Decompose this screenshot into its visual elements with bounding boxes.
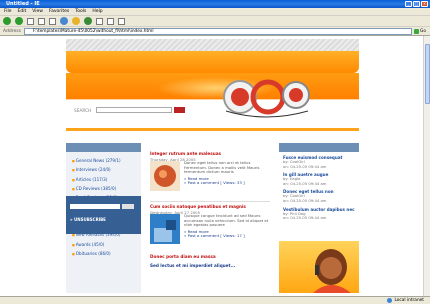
- hero-header: SEARCH: [66, 73, 359, 131]
- headphones-logo: [223, 79, 310, 118]
- divider: [150, 201, 270, 202]
- scrollbar-thumb[interactable]: [425, 44, 430, 104]
- article-title[interactable]: Sed lectus et mi imperdiet aliquet...: [150, 263, 270, 268]
- categories-header: [66, 143, 141, 152]
- article-title[interactable]: Donec porta diam eu massa: [150, 254, 270, 259]
- site-search-button[interactable]: [174, 107, 185, 113]
- article-thumbnail: [150, 161, 180, 191]
- article: Cum sociis natoque penatibus et magnis W…: [150, 204, 270, 252]
- girl-with-phone-image: [313, 249, 351, 293]
- search-icon[interactable]: [60, 17, 68, 25]
- home-icon[interactable]: [49, 17, 56, 25]
- stop-icon[interactable]: [27, 17, 34, 25]
- media-icon[interactable]: [84, 17, 92, 25]
- go-label: Go: [420, 28, 426, 34]
- article-thumbnail: [150, 214, 180, 244]
- address-input[interactable]: F:\templates\Mature-45\0052\without_fl\h…: [23, 27, 412, 35]
- window-title: Untitled - IE: [6, 1, 40, 7]
- forum-item: Vestibulum auctor dapibus nec by: Phil D…: [279, 204, 359, 221]
- top-strip: [66, 39, 359, 51]
- category-item[interactable]: General News (279/1): [72, 156, 141, 165]
- subscribe-box: » UNSUBSCRIBE: [66, 196, 141, 234]
- forum-header: [279, 143, 359, 152]
- menu-help[interactable]: Help: [92, 9, 102, 14]
- globe-icon: [387, 298, 393, 303]
- close-button[interactable]: ×: [421, 1, 428, 7]
- post-comment-link[interactable]: » Post a comment [ Views: 17 ]: [184, 234, 270, 239]
- title-bar: Untitled - IE _ □ ×: [0, 0, 430, 8]
- toolbar: [0, 16, 430, 27]
- page-viewport: SEARCH General News (279/1) Interviews (…: [0, 36, 430, 296]
- unsubscribe-link[interactable]: » UNSUBSCRIBE: [70, 217, 106, 222]
- menu-view[interactable]: View: [32, 9, 43, 14]
- category-item[interactable]: Articles (117/3): [72, 175, 141, 184]
- subscribe-email-input[interactable]: [70, 204, 120, 209]
- go-button[interactable]: Go: [414, 28, 428, 35]
- forum-item: In gill auetre augue by: Eagle on: 04.25…: [279, 169, 359, 186]
- forum-panel: Fusce euismod consequat by: CoolGirl on:…: [279, 143, 359, 293]
- article-title[interactable]: Integer rutrum ante malesuas: [150, 151, 270, 156]
- favorites-icon[interactable]: [72, 17, 80, 25]
- category-item[interactable]: Interviews (24/0): [72, 165, 141, 174]
- forum-item: Donec eget tellus non by: CoolGirl on: 0…: [279, 186, 359, 203]
- website: SEARCH General News (279/1) Interviews (…: [66, 39, 359, 296]
- vertical-scrollbar[interactable]: [423, 36, 430, 296]
- category-item[interactable]: CD Reviews (385/0): [72, 184, 141, 193]
- forum-item-date: on: 04.25.05 09:44 am: [283, 215, 327, 221]
- mail-icon[interactable]: [107, 17, 114, 25]
- promo-image: [279, 241, 359, 293]
- menu-bar: File Edit View Favorites Tools Help: [0, 8, 430, 16]
- minimize-button[interactable]: _: [405, 1, 412, 7]
- article-body: Donec eget tellus non orci et tellus Fer…: [184, 160, 270, 186]
- forum-item: Fusce euismod consequat by: CoolGirl on:…: [279, 152, 359, 169]
- status-bar: Local intranet: [0, 296, 430, 304]
- article-text: Quisque congue tincidunt ad sed Mauris a…: [184, 213, 269, 228]
- address-label: Address: [3, 28, 21, 34]
- subscribe-button[interactable]: [122, 204, 134, 209]
- forward-icon[interactable]: [15, 17, 23, 25]
- address-bar: Address F:\templates\Mature-45\0052\with…: [0, 27, 430, 36]
- category-item[interactable]: Obituaries (86/0): [72, 249, 141, 258]
- site-search-input[interactable]: [96, 107, 172, 113]
- go-arrow-icon: [414, 28, 419, 34]
- banner: [66, 51, 359, 73]
- article: Integer rutrum ante malesuas Thursday, A…: [150, 151, 270, 199]
- history-icon[interactable]: [96, 17, 103, 25]
- category-item[interactable]: Awards (45/0): [72, 240, 141, 249]
- refresh-icon[interactable]: [38, 17, 45, 25]
- print-icon[interactable]: [118, 17, 125, 25]
- article-text: Donec eget tellus non orci et tellus Fer…: [184, 160, 260, 175]
- security-zone: Local intranet: [387, 298, 424, 303]
- menu-tools[interactable]: Tools: [75, 9, 86, 14]
- article-body: Quisque congue tincidunt ad sed Mauris a…: [184, 213, 270, 239]
- back-icon[interactable]: [3, 17, 11, 25]
- menu-edit[interactable]: Edit: [18, 9, 27, 14]
- nav-line: [66, 128, 359, 131]
- menu-favorites[interactable]: Favorites: [49, 9, 69, 14]
- post-comment-link[interactable]: » Post a comment [ Views: 33 ]: [184, 181, 270, 186]
- zone-label: Local intranet: [394, 298, 424, 303]
- search-label: SEARCH: [74, 109, 92, 114]
- window-controls: _ □ ×: [405, 1, 428, 7]
- article-title[interactable]: Cum sociis natoque penatibus et magnis: [150, 204, 270, 209]
- news-column: Integer rutrum ante malesuas Thursday, A…: [150, 151, 270, 268]
- maximize-button[interactable]: □: [413, 1, 420, 7]
- menu-file[interactable]: File: [4, 9, 12, 14]
